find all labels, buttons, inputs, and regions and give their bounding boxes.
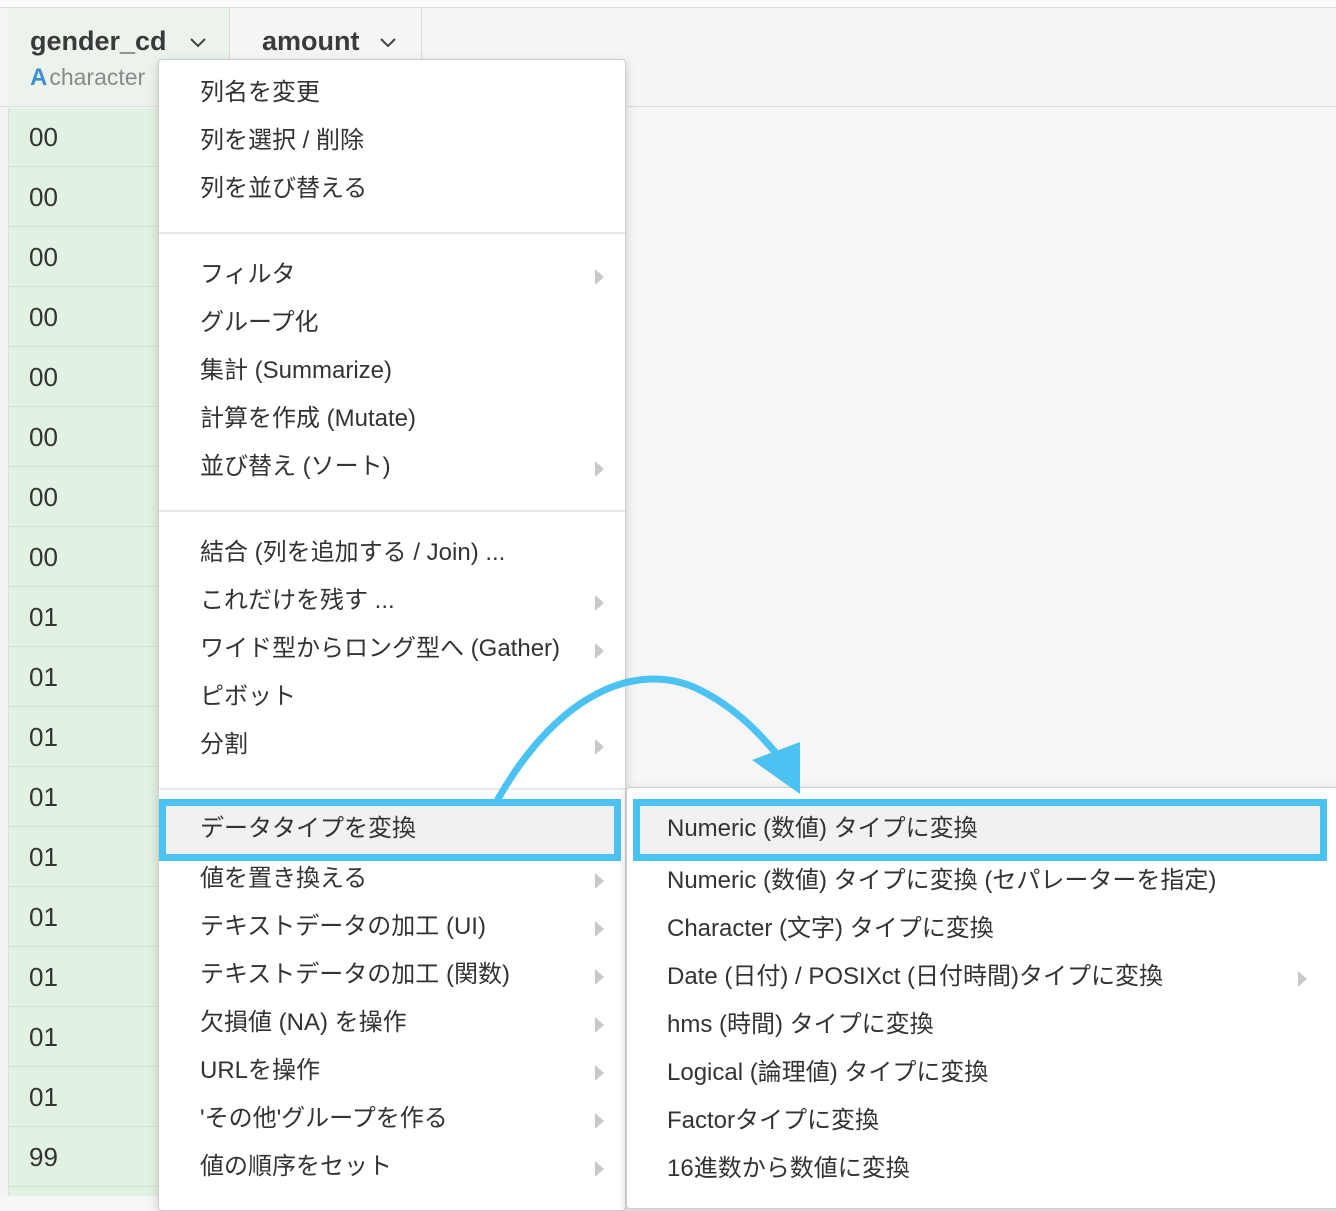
column-name: gender_cd bbox=[30, 26, 167, 56]
menu-divider bbox=[159, 788, 625, 790]
menu-item-join[interactable]: 結合 (列を追加する / Join) ... bbox=[200, 538, 505, 568]
menu-item-group[interactable]: グループ化 bbox=[200, 308, 319, 338]
menu-item-text-function[interactable]: テキストデータの加工 (関数) bbox=[200, 960, 510, 990]
cell-value: 00 bbox=[29, 122, 58, 152]
cell-value: 01 bbox=[29, 782, 58, 812]
menu-divider bbox=[159, 232, 625, 234]
submenu-item-hex[interactable]: 16進数から数値に変換 bbox=[667, 1154, 910, 1184]
column-name: amount bbox=[262, 26, 360, 56]
menu-item-reorder[interactable]: 列を並び替える bbox=[200, 174, 367, 204]
menu-item-url[interactable]: URLを操作 bbox=[200, 1056, 320, 1086]
cell-value: 00 bbox=[29, 542, 58, 572]
cell-value: 00 bbox=[29, 182, 58, 212]
chevron-right-icon bbox=[595, 1065, 604, 1081]
menu-item-text-ui[interactable]: テキストデータの加工 (UI) bbox=[200, 912, 486, 942]
top-border bbox=[0, 0, 1336, 8]
chevron-right-icon bbox=[595, 969, 604, 985]
character-type-icon: A bbox=[30, 64, 48, 91]
submenu-item-numeric[interactable]: Numeric (数値) タイプに変換 bbox=[667, 814, 978, 844]
menu-item-sort[interactable]: 並び替え (ソート) bbox=[200, 452, 391, 482]
menu-item-pivot[interactable]: ピボット bbox=[200, 682, 296, 712]
cell-value: 01 bbox=[29, 962, 58, 992]
cell-value: 99 bbox=[29, 1142, 58, 1172]
submenu-item-numeric-separator[interactable]: Numeric (数値) タイプに変換 (セパレーターを指定) bbox=[667, 866, 1216, 896]
cell-value: 01 bbox=[29, 1022, 58, 1052]
menu-divider bbox=[159, 510, 625, 512]
menu-item-convert-type-highlight[interactable]: データタイプを変換 bbox=[159, 799, 621, 861]
chevron-right-icon bbox=[1298, 971, 1307, 987]
chevron-down-icon[interactable] bbox=[380, 34, 396, 50]
chevron-right-icon bbox=[595, 1017, 604, 1033]
submenu-item-logical[interactable]: Logical (論理値) タイプに変換 bbox=[667, 1058, 988, 1088]
cell-value: 01 bbox=[29, 1082, 58, 1112]
menu-item-summarize[interactable]: 集計 (Summarize) bbox=[200, 356, 392, 386]
menu-item-convert-type[interactable]: データタイプを変換 bbox=[200, 814, 416, 844]
chevron-right-icon bbox=[595, 873, 604, 889]
row-gutter bbox=[0, 108, 9, 1196]
menu-item-set-order[interactable]: 値の順序をセット bbox=[200, 1152, 392, 1182]
chevron-right-icon bbox=[595, 1113, 604, 1129]
menu-item-rename[interactable]: 列名を変更 bbox=[200, 78, 320, 108]
cell-value: 01 bbox=[29, 602, 58, 632]
menu-item-filter[interactable]: フィルタ bbox=[200, 260, 296, 290]
cell-value: 01 bbox=[29, 722, 58, 752]
menu-item-replace-values[interactable]: 値を置き換える bbox=[200, 864, 367, 894]
column-type: Acharacter bbox=[30, 64, 145, 92]
menu-item-gather[interactable]: ワイド型からロング型へ (Gather) bbox=[200, 634, 560, 664]
menu-item-mutate[interactable]: 計算を作成 (Mutate) bbox=[200, 404, 416, 434]
chevron-right-icon bbox=[595, 921, 604, 937]
cell-value: 00 bbox=[29, 422, 58, 452]
menu-item-keep-only[interactable]: これだけを残す ... bbox=[200, 586, 395, 616]
menu-item-split[interactable]: 分割 bbox=[200, 730, 248, 760]
chevron-right-icon bbox=[595, 739, 604, 755]
cell-value: 00 bbox=[29, 302, 58, 332]
cell-value: 01 bbox=[29, 902, 58, 932]
chevron-down-icon[interactable] bbox=[190, 34, 206, 50]
chevron-right-icon bbox=[595, 643, 604, 659]
cell-value: 00 bbox=[29, 362, 58, 392]
chevron-right-icon bbox=[595, 595, 604, 611]
cell-value: 00 bbox=[29, 482, 58, 512]
submenu-item-date[interactable]: Date (日付) / POSIXct (日付時間)タイプに変換 bbox=[667, 962, 1163, 992]
cell-value: 01 bbox=[29, 842, 58, 872]
menu-item-missing-values[interactable]: 欠損値 (NA) を操作 bbox=[200, 1008, 407, 1038]
menu-item-select-delete[interactable]: 列を選択 / 削除 bbox=[200, 126, 364, 156]
submenu-item-hms[interactable]: hms (時間) タイプに変換 bbox=[667, 1010, 934, 1040]
submenu-item-factor[interactable]: Factorタイプに変換 bbox=[667, 1106, 879, 1136]
column-context-menu: 列名を変更 列を選択 / 削除 列を並び替える フィルタ グループ化 集計 (S… bbox=[158, 59, 626, 1211]
chevron-right-icon bbox=[595, 1161, 604, 1177]
cell-value: 00 bbox=[29, 242, 58, 272]
submenu-item-numeric-highlight[interactable]: Numeric (数値) タイプに変換 bbox=[633, 799, 1327, 861]
chevron-right-icon bbox=[595, 269, 604, 285]
cell-value: 01 bbox=[29, 662, 58, 692]
chevron-right-icon bbox=[595, 461, 604, 477]
column-type-label: character bbox=[49, 64, 146, 90]
menu-item-other-group[interactable]: 'その他'グループを作る bbox=[200, 1104, 448, 1134]
submenu-item-character[interactable]: Character (文字) タイプに変換 bbox=[667, 914, 994, 944]
